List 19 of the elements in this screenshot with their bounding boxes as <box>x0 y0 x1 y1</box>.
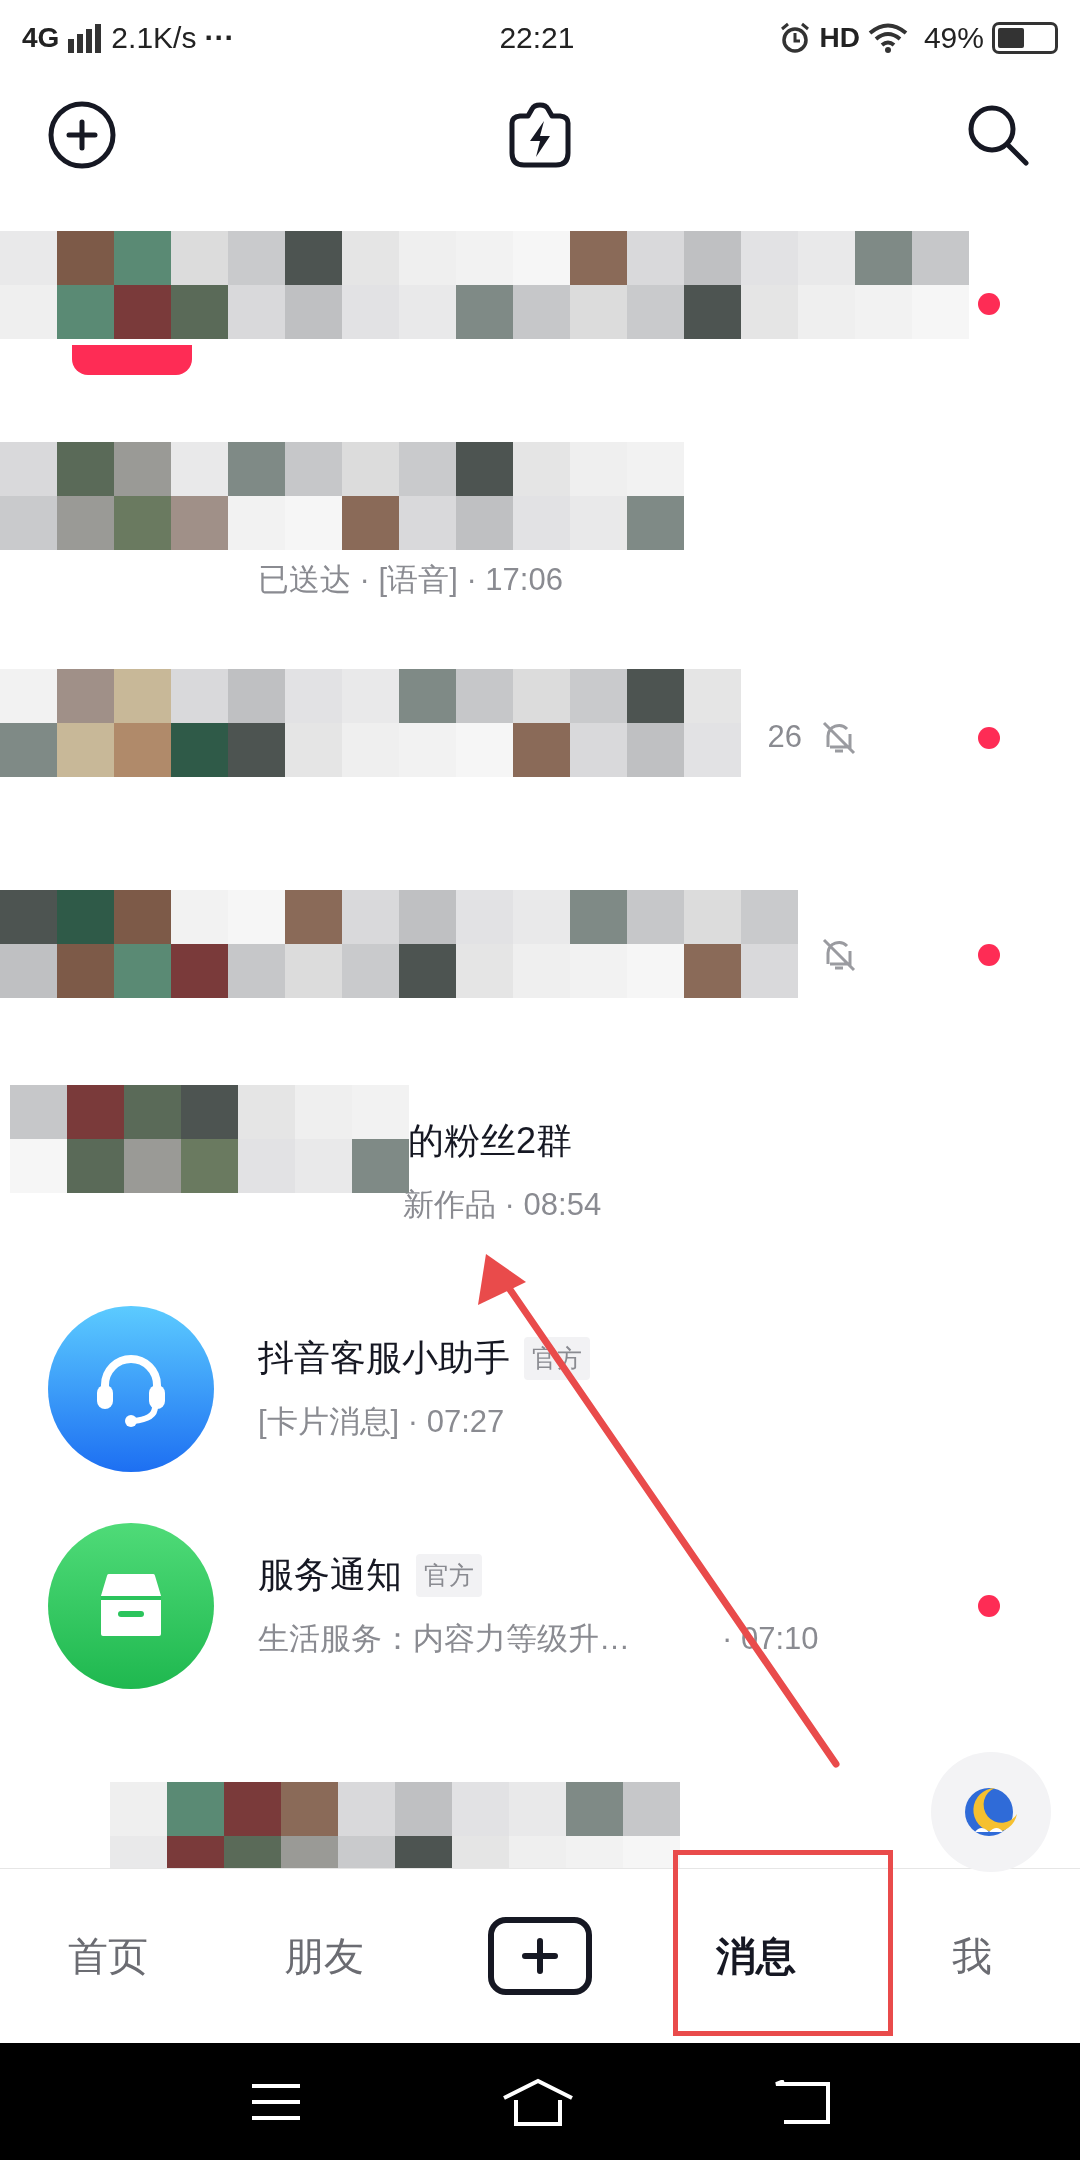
nav-tab[interactable]: 我 <box>952 1926 992 1986</box>
clock: 22:21 <box>499 20 575 56</box>
official-tag: 官方 <box>416 1553 482 1597</box>
nav-tab[interactable]: 消息 <box>716 1926 796 1986</box>
chat-title: 抖音客服小助手 <box>258 1336 510 1381</box>
nav-tab[interactable]: 朋友 <box>284 1926 364 1986</box>
message-preview: [卡片消息] · 07:27 <box>258 1403 505 1442</box>
speed-text: 2.1K/s <box>111 20 197 56</box>
message-preview: 已送达 · [语音] · 17:06 <box>258 561 563 600</box>
message-preview: 26 <box>767 718 802 757</box>
hd-label: HD <box>819 20 860 55</box>
more-indicator: ··· <box>204 20 235 56</box>
message-preview: 新作品 · 08:54 <box>403 1186 602 1225</box>
message-preview: 生活服务：内容力等级升… <box>258 1620 630 1659</box>
nav-tab[interactable]: 首页 <box>68 1926 148 1986</box>
chat-title: 服务通知 <box>258 1553 402 1598</box>
chat-title: 的粉丝2群 <box>408 1119 573 1164</box>
battery-text: 49% <box>923 20 984 56</box>
network-label: 4G <box>22 20 60 55</box>
